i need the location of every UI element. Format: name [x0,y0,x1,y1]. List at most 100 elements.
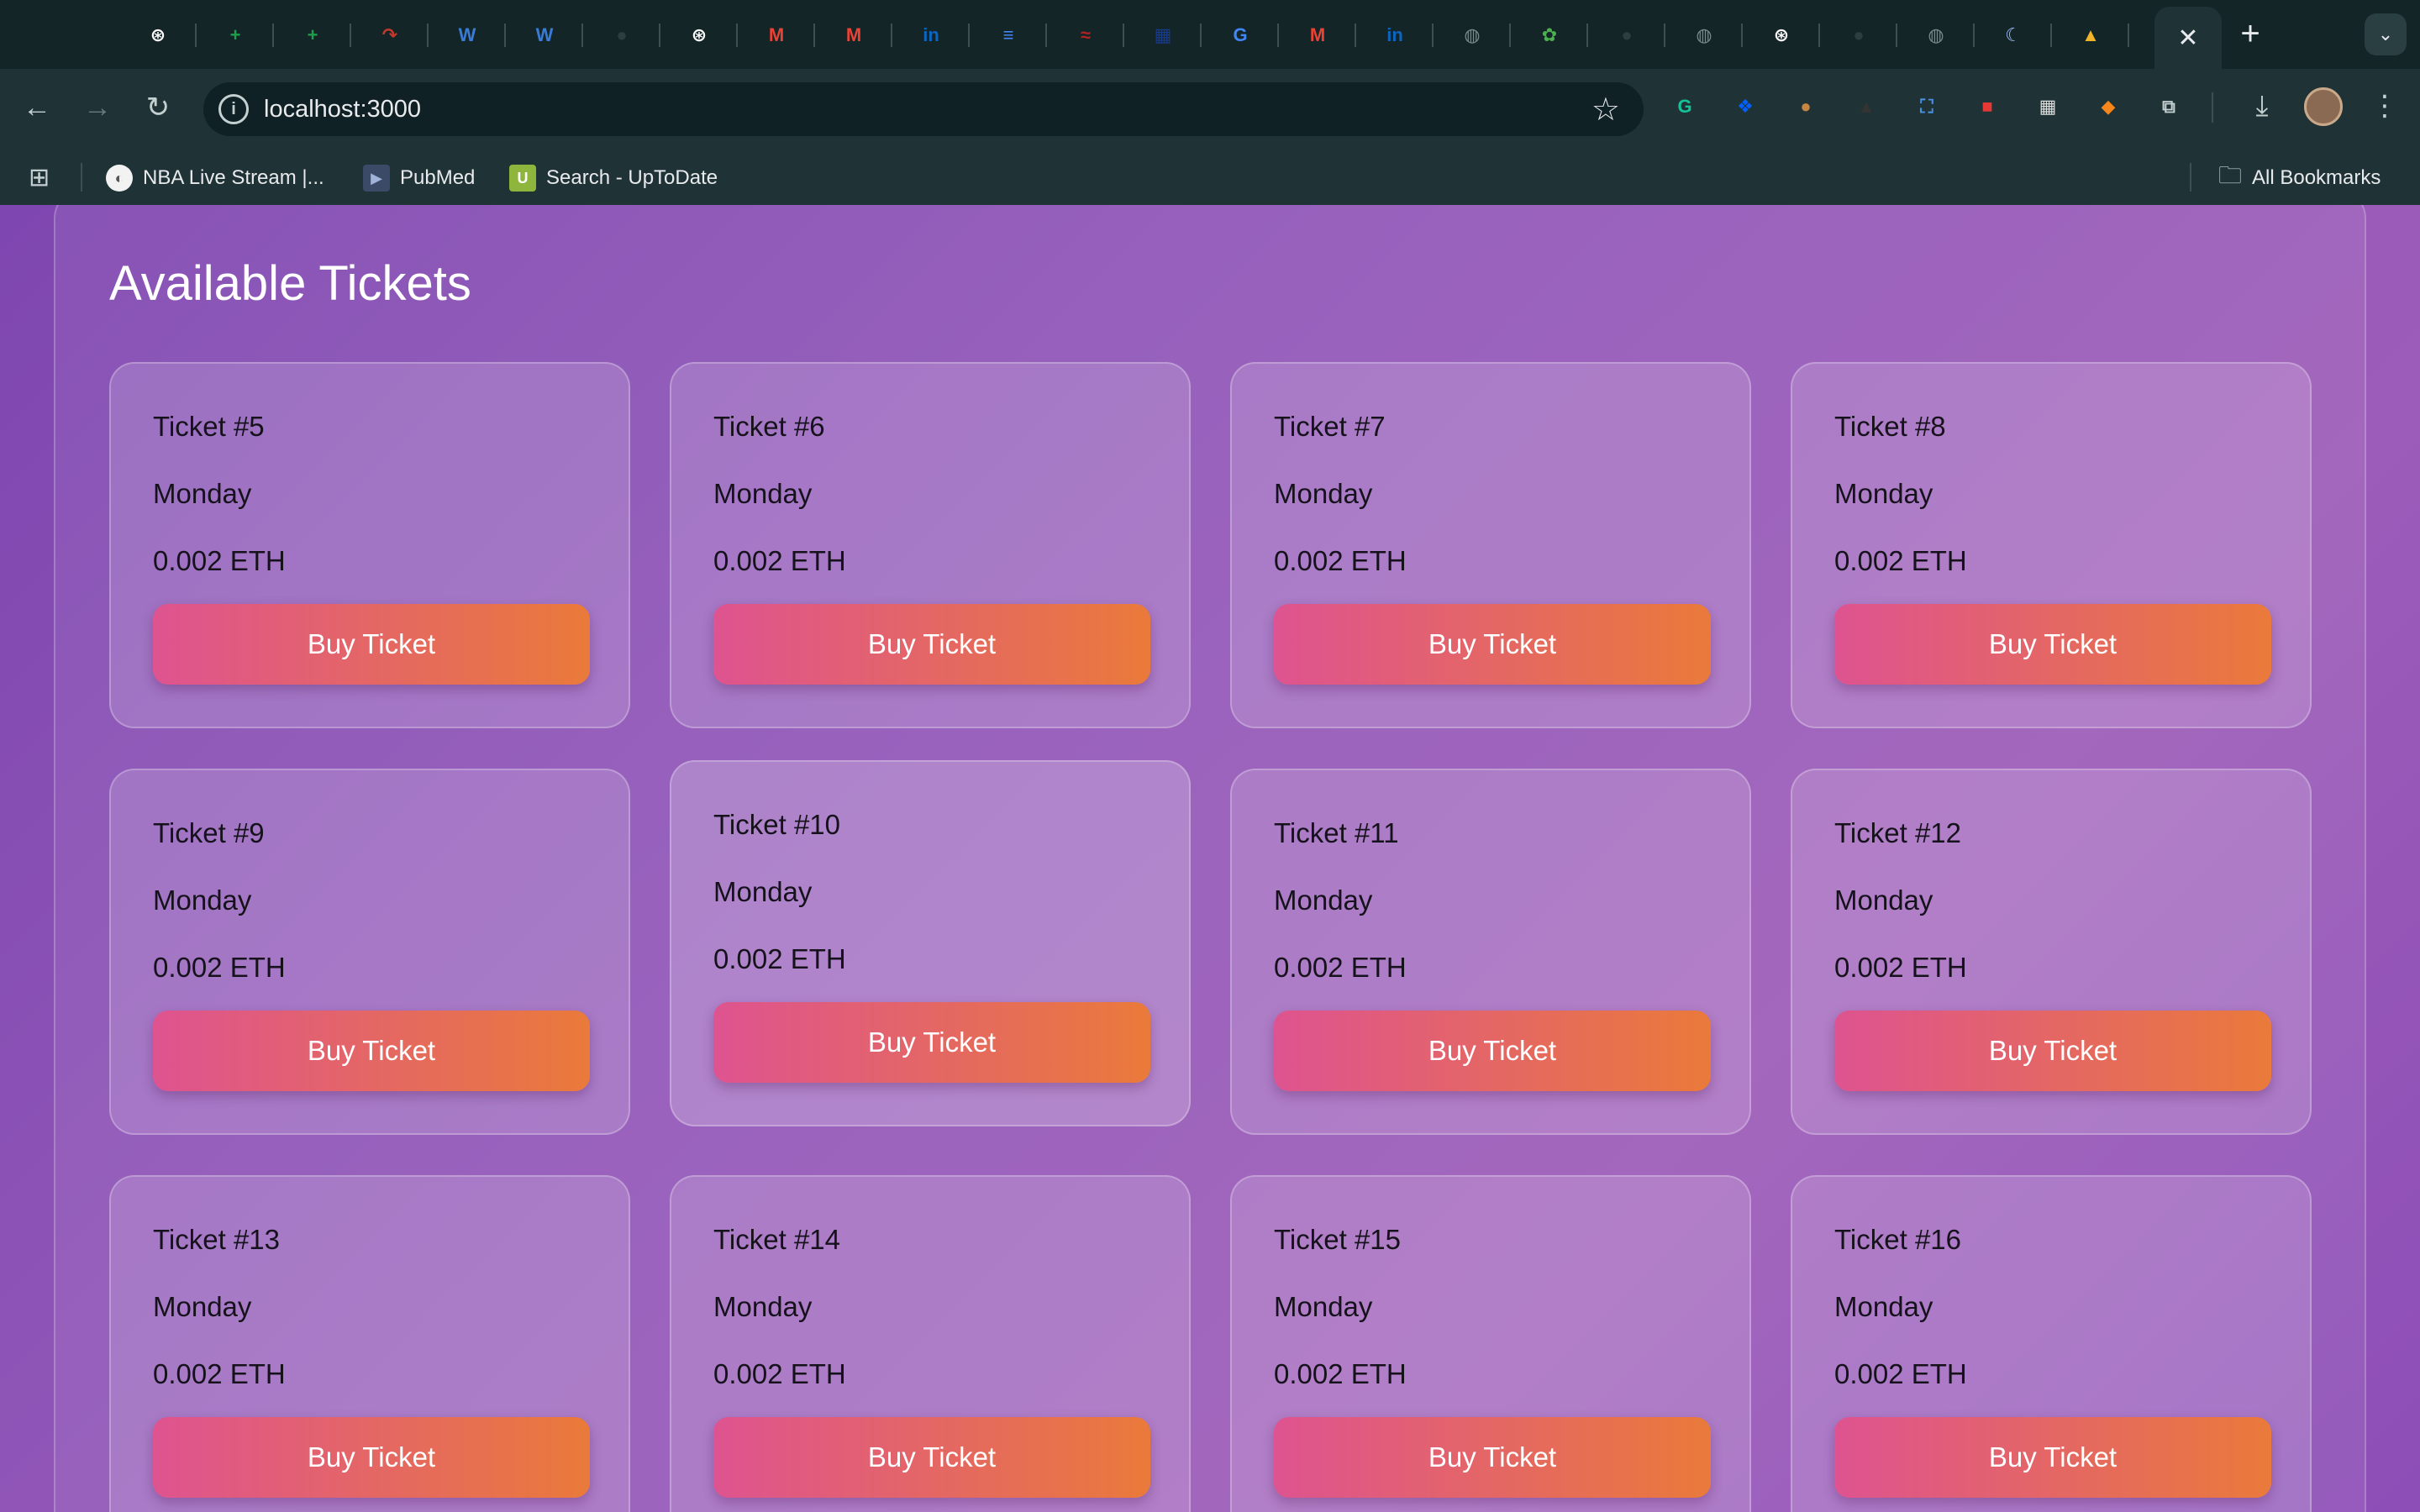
ticket-name: Ticket #10 [713,809,841,840]
back-arrow-icon[interactable]: ← [17,87,57,128]
buy-ticket-button[interactable]: Buy Ticket [153,1417,590,1498]
cookie-icon[interactable]: ● [1788,89,1823,124]
url-text[interactable]: localhost:3000 [264,96,421,123]
browser-tab[interactable]: ● [583,15,660,55]
buy-ticket-button[interactable]: Buy Ticket [1834,1417,2271,1498]
dropbox-icon[interactable]: ❖ [1728,89,1763,124]
browser-tab[interactable]: W [506,15,583,55]
browser-tab[interactable]: G [1202,15,1279,55]
ticket-price: 0.002 ETH [1274,952,1407,983]
close-tab-icon[interactable]: ✕ [2177,24,2198,53]
buy-ticket-button[interactable]: Buy Ticket [153,1011,590,1091]
new-tab-button[interactable]: + [2232,12,2269,55]
profile-avatar[interactable] [2304,87,2343,126]
openai-icon: ⊛ [1773,24,1790,45]
github-icon: ● [616,24,628,45]
ticket-day: Monday [713,1291,813,1322]
site-info-icon[interactable]: i [218,94,249,124]
ticket-price: 0.002 ETH [713,1358,846,1389]
browser-tab[interactable]: ● [1588,15,1665,55]
browser-tab[interactable]: M [1279,15,1356,55]
browser-tab[interactable]: M [738,15,815,55]
ticket-price: 0.002 ETH [1274,545,1407,576]
ticket-card: Ticket #15 Monday 0.002 ETH Buy Ticket [1230,1175,1751,1512]
ticket-price: 0.002 ETH [153,952,286,983]
openai-icon: ⊛ [150,24,166,45]
browser-tab[interactable]: ⊛ [119,15,197,55]
ticket-day: Monday [153,1291,252,1322]
reload-icon[interactable]: ↻ [138,87,178,128]
bookmark-label: PubMed [400,166,476,189]
browser-tab[interactable]: ◍ [1897,15,1975,55]
buy-ticket-button[interactable]: Buy Ticket [713,604,1150,685]
grammarly-icon[interactable]: G [1667,89,1702,124]
all-bookmarks-button[interactable]: 🗀 All Bookmarks [2218,161,2381,195]
ticket-price: 0.002 ETH [1834,545,1967,576]
buy-ticket-button[interactable]: Buy Ticket [1834,604,2271,685]
ticket-price: 0.002 ETH [153,545,286,576]
puzzle-icon: ✿ [1541,24,1558,45]
screenshot-icon[interactable]: ⛶ [1909,89,1944,124]
address-bar[interactable]: i localhost:3000 ☆ [203,82,1644,136]
browser-tab[interactable]: ≈ [1047,15,1124,55]
browser-tab[interactable]: ⊛ [1743,15,1820,55]
browser-tab[interactable]: ▲ [2052,15,2129,55]
sheets-icon: + [229,24,241,45]
record-icon[interactable]: ■ [1970,89,2005,124]
ticket-name: Ticket #16 [1834,1224,1962,1255]
buy-ticket-button[interactable]: Buy Ticket [1274,1417,1711,1498]
bookmark-star-icon[interactable]: ☆ [1591,91,1620,129]
ticket-name: Ticket #6 [713,411,825,442]
ticket-card: Ticket #11 Monday 0.002 ETH Buy Ticket [1230,769,1751,1135]
metamask-icon[interactable]: ◆ [2091,89,2126,124]
extensions-puzzle-icon[interactable]: ⧉ [2151,89,2186,124]
qr-icon[interactable]: ▦ [2030,89,2065,124]
menu-kebab-icon[interactable]: ⋮ [2365,86,2405,126]
browser-tab[interactable]: ◍ [1665,15,1743,55]
buy-ticket-button[interactable]: Buy Ticket [1834,1011,2271,1091]
ticket-name: Ticket #15 [1274,1224,1402,1255]
buy-ticket-button[interactable]: Buy Ticket [153,604,590,685]
ticket-day: Monday [1834,478,1933,509]
ticket-card: Ticket #16 Monday 0.002 ETH Buy Ticket [1791,1175,2312,1512]
buy-ticket-button[interactable]: Buy Ticket [1274,1011,1711,1091]
globe-icon: ◍ [1464,24,1481,45]
apps-grid-icon[interactable]: ⊞ [29,163,50,192]
imdb-icon: ▦ [1154,24,1172,45]
bookmarks-divider [81,163,82,192]
cat-icon[interactable]: ▲ [1849,89,1884,124]
w-icon: W [458,24,476,45]
browser-tab[interactable]: W [429,15,506,55]
ticket-name: Ticket #14 [713,1224,841,1255]
buy-ticket-button[interactable]: Buy Ticket [713,1002,1150,1083]
all-bookmarks-label: All Bookmarks [2252,166,2381,189]
browser-tab[interactable]: ● [1820,15,1897,55]
browser-tab[interactable]: ↷ [351,15,429,55]
browser-tab[interactable]: + [274,15,351,55]
browser-tab[interactable]: in [892,15,970,55]
browser-chrome: ✕ + ⌄ ⊛ + + ↷ W W ● ⊛ M Min ≡ ≈ ▦ G Min ◍ ✿ ● ◍ ⊛ ● ◍ ☾ ▲ ← → ↻… [0,0,2420,205]
browser-tab[interactable]: ☾ [1975,15,2052,55]
linkedin-icon: in [1386,24,1403,45]
tab-search-button[interactable]: ⌄ [2365,13,2407,55]
forward-arrow-icon[interactable]: → [77,87,118,128]
browser-tab[interactable]: ◍ [1434,15,1511,55]
browser-tab[interactable]: in [1356,15,1434,55]
bookmark-uptodate[interactable]: U Search - UpToDate [509,161,718,195]
browser-tab[interactable]: ⊛ [660,15,738,55]
active-tab[interactable]: ✕ [2154,7,2222,69]
browser-tab[interactable]: M [815,15,892,55]
buy-ticket-button[interactable]: Buy Ticket [1274,604,1711,685]
nba-icon: ◐ [106,165,133,192]
bookmark-pubmed[interactable]: ▶ PubMed [363,161,475,195]
buy-ticket-button[interactable]: Buy Ticket [713,1417,1150,1498]
browser-tab[interactable]: ✿ [1511,15,1588,55]
download-icon[interactable]: ⤓ [2242,86,2282,126]
ticket-day: Monday [153,478,252,509]
ticket-card: Ticket #13 Monday 0.002 ETH Buy Ticket [109,1175,630,1512]
browser-tab[interactable]: ≡ [970,15,1047,55]
bookmark-nba[interactable]: ◐ NBA Live Stream |... [106,161,324,195]
gmail-icon: M [768,24,785,45]
browser-tab[interactable]: ▦ [1124,15,1202,55]
browser-tab[interactable]: + [197,15,274,55]
